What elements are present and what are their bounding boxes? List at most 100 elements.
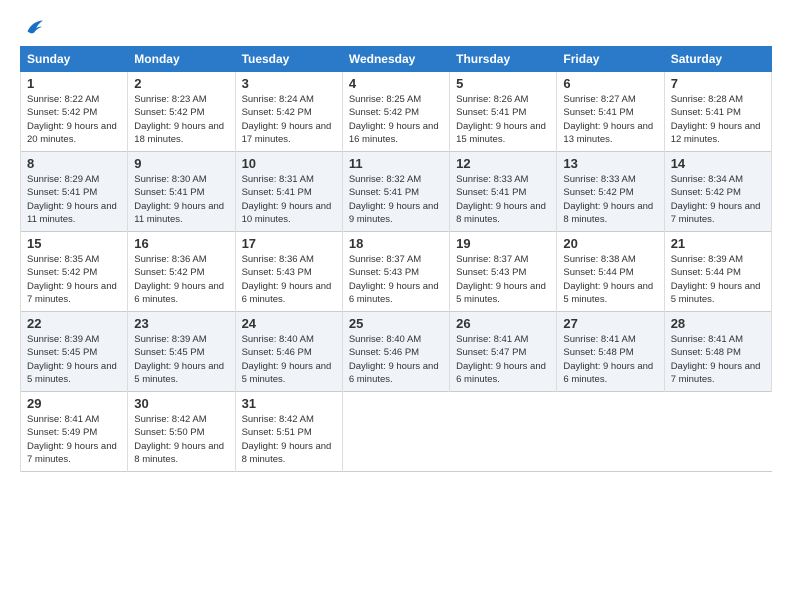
header-row: SundayMondayTuesdayWednesdayThursdayFrid… xyxy=(21,47,772,72)
week-row-1: 1Sunrise: 8:22 AMSunset: 5:42 PMDaylight… xyxy=(21,72,772,152)
day-info: Sunrise: 8:37 AMSunset: 5:43 PMDaylight:… xyxy=(456,253,550,306)
day-number: 26 xyxy=(456,316,550,331)
header xyxy=(20,16,772,38)
week-row-2: 8Sunrise: 8:29 AMSunset: 5:41 PMDaylight… xyxy=(21,152,772,232)
day-info: Sunrise: 8:36 AMSunset: 5:43 PMDaylight:… xyxy=(242,253,336,306)
day-info: Sunrise: 8:41 AMSunset: 5:49 PMDaylight:… xyxy=(27,413,121,466)
day-cell: 14 Sunrise: 8:34 AMSunset: 5:42 PMDayligh… xyxy=(664,152,771,232)
day-info: Sunrise: 8:40 AMSunset: 5:46 PMDaylight:… xyxy=(242,333,336,386)
day-cell: 4 Sunrise: 8:25 AMSunset: 5:42 PMDaylight… xyxy=(342,72,449,152)
day-cell: 16 Sunrise: 8:36 AMSunset: 5:42 PMDayligh… xyxy=(128,232,235,312)
day-number: 28 xyxy=(671,316,765,331)
day-number: 19 xyxy=(456,236,550,251)
day-cell: 1Sunrise: 8:22 AMSunset: 5:42 PMDaylight… xyxy=(21,72,128,152)
day-info: Sunrise: 8:39 AMSunset: 5:44 PMDaylight:… xyxy=(671,253,765,306)
day-info: Sunrise: 8:38 AMSunset: 5:44 PMDaylight:… xyxy=(563,253,657,306)
day-number: 3 xyxy=(242,76,336,91)
day-number: 12 xyxy=(456,156,550,171)
day-cell xyxy=(342,392,449,472)
day-cell: 15 Sunrise: 8:35 AMSunset: 5:42 PMDayligh… xyxy=(21,232,128,312)
day-number: 18 xyxy=(349,236,443,251)
day-info: Sunrise: 8:31 AMSunset: 5:41 PMDaylight:… xyxy=(242,173,336,226)
day-number: 16 xyxy=(134,236,228,251)
day-number: 23 xyxy=(134,316,228,331)
day-cell xyxy=(664,392,771,472)
day-info: Sunrise: 8:41 AMSunset: 5:48 PMDaylight:… xyxy=(671,333,765,386)
day-info: Sunrise: 8:40 AMSunset: 5:46 PMDaylight:… xyxy=(349,333,443,386)
day-cell: 3 Sunrise: 8:24 AMSunset: 5:42 PMDaylight… xyxy=(235,72,342,152)
day-number: 8 xyxy=(27,156,121,171)
day-number: 27 xyxy=(563,316,657,331)
logo-bird-icon xyxy=(22,16,44,38)
day-info: Sunrise: 8:37 AMSunset: 5:43 PMDaylight:… xyxy=(349,253,443,306)
week-row-5: 29 Sunrise: 8:41 AMSunset: 5:49 PMDayligh… xyxy=(21,392,772,472)
week-row-4: 22Sunrise: 8:39 AMSunset: 5:45 PMDayligh… xyxy=(21,312,772,392)
logo xyxy=(20,16,44,38)
day-info: Sunrise: 8:32 AMSunset: 5:41 PMDaylight:… xyxy=(349,173,443,226)
day-cell: 10 Sunrise: 8:31 AMSunset: 5:41 PMDayligh… xyxy=(235,152,342,232)
day-number: 21 xyxy=(671,236,765,251)
col-header-sunday: Sunday xyxy=(21,47,128,72)
day-cell: 17 Sunrise: 8:36 AMSunset: 5:43 PMDayligh… xyxy=(235,232,342,312)
day-cell: 12Sunrise: 8:33 AMSunset: 5:41 PMDayligh… xyxy=(450,152,557,232)
day-cell: 18 Sunrise: 8:37 AMSunset: 5:43 PMDayligh… xyxy=(342,232,449,312)
day-info: Sunrise: 8:42 AMSunset: 5:50 PMDaylight:… xyxy=(134,413,228,466)
day-cell: 23 Sunrise: 8:39 AMSunset: 5:45 PMDayligh… xyxy=(128,312,235,392)
week-row-3: 15 Sunrise: 8:35 AMSunset: 5:42 PMDayligh… xyxy=(21,232,772,312)
day-info: Sunrise: 8:30 AMSunset: 5:41 PMDaylight:… xyxy=(134,173,228,226)
day-number: 31 xyxy=(242,396,336,411)
day-cell: 26 Sunrise: 8:41 AMSunset: 5:47 PMDayligh… xyxy=(450,312,557,392)
day-info: Sunrise: 8:28 AMSunset: 5:41 PMDaylight:… xyxy=(671,93,765,146)
day-info: Sunrise: 8:26 AMSunset: 5:41 PMDaylight:… xyxy=(456,93,550,146)
day-number: 17 xyxy=(242,236,336,251)
day-info: Sunrise: 8:35 AMSunset: 5:42 PMDaylight:… xyxy=(27,253,121,306)
col-header-tuesday: Tuesday xyxy=(235,47,342,72)
day-info: Sunrise: 8:34 AMSunset: 5:42 PMDaylight:… xyxy=(671,173,765,226)
day-info: Sunrise: 8:22 AMSunset: 5:42 PMDaylight:… xyxy=(27,93,121,146)
day-cell xyxy=(450,392,557,472)
day-number: 30 xyxy=(134,396,228,411)
day-info: Sunrise: 8:36 AMSunset: 5:42 PMDaylight:… xyxy=(134,253,228,306)
day-number: 9 xyxy=(134,156,228,171)
day-info: Sunrise: 8:25 AMSunset: 5:42 PMDaylight:… xyxy=(349,93,443,146)
day-info: Sunrise: 8:41 AMSunset: 5:48 PMDaylight:… xyxy=(563,333,657,386)
day-info: Sunrise: 8:41 AMSunset: 5:47 PMDaylight:… xyxy=(456,333,550,386)
day-cell: 13Sunrise: 8:33 AMSunset: 5:42 PMDayligh… xyxy=(557,152,664,232)
col-header-friday: Friday xyxy=(557,47,664,72)
day-number: 11 xyxy=(349,156,443,171)
day-info: Sunrise: 8:39 AMSunset: 5:45 PMDaylight:… xyxy=(27,333,121,386)
day-cell: 11 Sunrise: 8:32 AMSunset: 5:41 PMDayligh… xyxy=(342,152,449,232)
col-header-saturday: Saturday xyxy=(664,47,771,72)
day-number: 4 xyxy=(349,76,443,91)
day-number: 25 xyxy=(349,316,443,331)
day-info: Sunrise: 8:42 AMSunset: 5:51 PMDaylight:… xyxy=(242,413,336,466)
day-cell: 24 Sunrise: 8:40 AMSunset: 5:46 PMDayligh… xyxy=(235,312,342,392)
day-number: 24 xyxy=(242,316,336,331)
day-number: 29 xyxy=(27,396,121,411)
col-header-thursday: Thursday xyxy=(450,47,557,72)
day-number: 6 xyxy=(563,76,657,91)
day-cell: 5 Sunrise: 8:26 AMSunset: 5:41 PMDaylight… xyxy=(450,72,557,152)
day-number: 15 xyxy=(27,236,121,251)
day-info: Sunrise: 8:39 AMSunset: 5:45 PMDaylight:… xyxy=(134,333,228,386)
day-cell: 21 Sunrise: 8:39 AMSunset: 5:44 PMDayligh… xyxy=(664,232,771,312)
day-cell: 30 Sunrise: 8:42 AMSunset: 5:50 PMDayligh… xyxy=(128,392,235,472)
day-info: Sunrise: 8:24 AMSunset: 5:42 PMDaylight:… xyxy=(242,93,336,146)
day-number: 7 xyxy=(671,76,765,91)
day-cell: 6 Sunrise: 8:27 AMSunset: 5:41 PMDaylight… xyxy=(557,72,664,152)
day-cell: 22Sunrise: 8:39 AMSunset: 5:45 PMDayligh… xyxy=(21,312,128,392)
day-number: 2 xyxy=(134,76,228,91)
col-header-monday: Monday xyxy=(128,47,235,72)
day-cell: 7 Sunrise: 8:28 AMSunset: 5:41 PMDaylight… xyxy=(664,72,771,152)
day-cell: 8Sunrise: 8:29 AMSunset: 5:41 PMDaylight… xyxy=(21,152,128,232)
day-cell xyxy=(557,392,664,472)
day-cell: 28 Sunrise: 8:41 AMSunset: 5:48 PMDayligh… xyxy=(664,312,771,392)
day-number: 5 xyxy=(456,76,550,91)
day-number: 14 xyxy=(671,156,765,171)
day-cell: 25 Sunrise: 8:40 AMSunset: 5:46 PMDayligh… xyxy=(342,312,449,392)
day-cell: 19 Sunrise: 8:37 AMSunset: 5:43 PMDayligh… xyxy=(450,232,557,312)
day-cell: 29 Sunrise: 8:41 AMSunset: 5:49 PMDayligh… xyxy=(21,392,128,472)
day-info: Sunrise: 8:27 AMSunset: 5:41 PMDaylight:… xyxy=(563,93,657,146)
day-cell: 9 Sunrise: 8:30 AMSunset: 5:41 PMDaylight… xyxy=(128,152,235,232)
day-number: 10 xyxy=(242,156,336,171)
